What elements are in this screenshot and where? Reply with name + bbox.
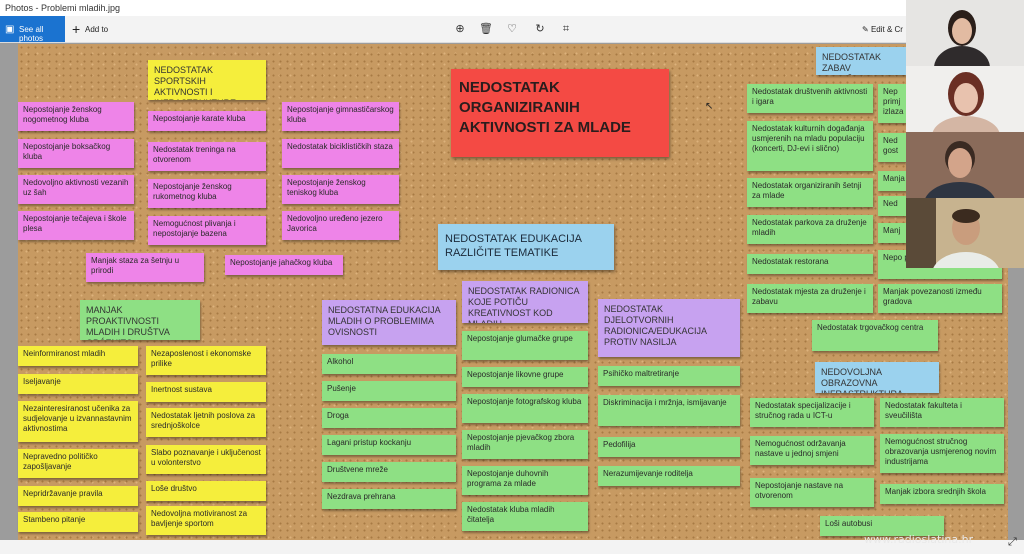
addiction-note: Društvene mreže: [322, 462, 456, 482]
proactive-note: Slabo poznavanje i uključenost u volonte…: [146, 445, 266, 474]
proactive-note: Nedovoljna motiviranost za bavljenje spo…: [146, 506, 266, 535]
sport-note: Nepostojanje boksačkog kluba: [18, 139, 134, 168]
violence-header-note: NEDOSTATAK DJELOTVORNIH RADIONICA/EDUKAC…: [598, 299, 740, 357]
sport-note: Nedostatak biciklističkih staza: [282, 139, 399, 168]
participant-1-video: [906, 0, 1024, 66]
proactive-note: Nezaposlenost i ekonomske prilike: [146, 346, 266, 375]
violence-note: Diskriminacija i mržnja, ismijavanje: [598, 395, 740, 426]
webcam-participant-4: [906, 198, 1024, 268]
entertainment-note: Nedostatak kulturnih događanja usmjereni…: [747, 121, 873, 171]
addiction-note: Pušenje: [322, 381, 456, 401]
edu-infra-note: Nemogućnost održavanja nastave u jednoj …: [750, 436, 874, 465]
edit-create-label: Edit & Cr: [870, 25, 903, 34]
webcam-participant-2: [906, 66, 1024, 132]
proactive-note: Nepravedno političko zapošljavanje: [18, 449, 138, 478]
sport-header-note: NEDOSTATAK SPORTSKIH AKTIVNOSTI I INFRAS…: [148, 60, 266, 100]
zoom-in-icon[interactable]: ⊕: [452, 21, 468, 37]
violence-note: Psihičko maltretiranje: [598, 366, 740, 386]
edu-infra-note: Nedostatak fakulteta i sveučilišta: [880, 398, 1004, 427]
proactive-note: Nezainteresiranost učenika za sudjelovan…: [18, 401, 138, 442]
edit-icon: ✎: [862, 25, 869, 34]
creative-header-note: NEDOSTATAK RADIONICA KOJE POTIČU KREATIV…: [462, 281, 588, 323]
violence-note: Pedofilija: [598, 437, 740, 457]
delete-icon[interactable]: 🗑: [478, 21, 494, 37]
heart-icon[interactable]: ♡: [504, 21, 520, 37]
edu-infra-note: Nepostojanje nastave na otvorenom: [750, 478, 874, 507]
edu-infra-note: Manjak izbora srednjih škola: [880, 484, 1004, 504]
watermark: www.radioslatina.hr: [864, 533, 974, 546]
see-all-photos-label: See all photos: [19, 25, 44, 43]
creative-note: Nepostojanje fotografskog kluba: [462, 394, 588, 423]
creative-note: Nedostatak kluba mladih čitatelja: [462, 502, 588, 531]
sport-note: Nepostojanje gimnastičarskog kluba: [282, 102, 399, 131]
sport-note: Nepostojanje ženskog teniskog kluba: [282, 175, 399, 204]
proactive-note: Neinformiranost mladih: [18, 346, 138, 366]
creative-note: Nepostojanje duhovnih programa za mlade: [462, 466, 588, 495]
entertainment-note: Nedostatak organiziranih šetnji za mlade: [747, 178, 873, 207]
sport-note: Nepostojanje ženskog nogometnog kluba: [18, 102, 134, 131]
sport-note: Nepostojanje karate kluba: [148, 111, 266, 131]
participant-2-video: [906, 66, 1024, 132]
mouse-cursor-icon: ↖: [705, 101, 714, 112]
proactive-note: Loše društvo: [146, 481, 266, 501]
plus-icon: +: [72, 21, 81, 37]
window-title: Photos - Problemi mladih.jpg: [5, 3, 121, 13]
entertainment-note: Nedostatak parkova za druženje mladih: [747, 215, 873, 244]
entertainment-header-note: NEDOSTATAK ZABAV SADRŽAJA: [816, 47, 906, 75]
participant-4-video: [906, 198, 1024, 268]
sport-note: Manjak staza za šetnju u prirodi: [86, 253, 204, 282]
sport-note: Nepostojanje tečajeva i škole plesa: [18, 211, 134, 240]
photos-toolbar: ▣ See all photos + Add to ⊕ 🗑 ♡ ↻ ⌗ ✎ Ed…: [0, 16, 1024, 43]
addiction-note: Droga: [322, 408, 456, 428]
entertainment-partial-note: Ned: [878, 196, 906, 216]
window-title-bar: Photos - Problemi mladih.jpg: [0, 0, 1024, 16]
addiction-header-note: NEDOSTATNA EDUKACIJA MLADIH O PROBLEMIMA…: [322, 300, 456, 345]
see-all-photos-button[interactable]: ▣ See all photos: [0, 16, 65, 43]
main-title-note: NEDOSTATAK ORGANIZIRANIH AKTIVNOSTI ZA M…: [451, 69, 669, 157]
rotate-icon[interactable]: ↻: [532, 21, 548, 37]
edu-infra-note: Nedostatak specijalizacije i stručnog ra…: [750, 398, 874, 427]
entertainment-note: Nedostatak mjesta za druženje i zabavu: [747, 284, 873, 313]
entertainment-partial-note: Nep primj izlaza: [878, 84, 906, 123]
addiction-note: Nezdrava prehrana: [322, 489, 456, 509]
add-to-label: Add to: [85, 25, 109, 34]
violence-note: Nerazumijevanje roditelja: [598, 466, 740, 486]
webcam-participant-3: [906, 132, 1024, 198]
sport-note: Nedovoljno aktivnosti vezanih uz šah: [18, 175, 134, 204]
entertainment-partial-note: Ned gost: [878, 133, 906, 162]
edu-infra-note: Nemogućnost stručnog obrazovanja usmjere…: [880, 434, 1004, 473]
proactive-note: Nedostatak ljetnih poslova za srednjoško…: [146, 408, 266, 437]
creative-note: Nepostojanje glumačke grupe: [462, 331, 588, 360]
proactive-note: Inertnost sustava: [146, 382, 266, 402]
crop-icon[interactable]: ⌗: [558, 21, 574, 37]
proactive-note: Nepridržavanje pravila: [18, 486, 138, 506]
addiction-note: Alkohol: [322, 354, 456, 374]
proactive-note: Stambeno pitanje: [18, 512, 138, 532]
photos-icon: ▣: [5, 24, 15, 35]
sport-note: Nedovoljno uređeno jezero Javorica: [282, 211, 399, 240]
proactive-header-note: MANJAK PROAKTIVNOSTI MLADIH I DRUŠTVA OP…: [80, 300, 200, 340]
participant-3-video: [906, 132, 1024, 198]
proactive-note: Iseljavanje: [18, 374, 138, 394]
creative-note: Nepostojanje pjevačkog zbora mladih: [462, 430, 588, 459]
education-title-note: NEDOSTATAK EDUKACIJA RAZLIČITE TEMATIKE: [438, 224, 614, 270]
edu-infra-header-note: NEDOVOLJNA OBRAZOVNA INFRASTRUKTURA: [815, 362, 939, 393]
addiction-note: Lagani pristup kockanju: [322, 435, 456, 455]
entertainment-note: Nedostatak trgovačkog centra: [812, 320, 938, 351]
sport-note: Nepostojanje jahačkog kluba: [225, 255, 343, 275]
sport-note: Nedostatak treninga na otvorenom: [148, 142, 266, 171]
entertainment-note: Nedostatak društvenih aktivnosti i igara: [747, 84, 873, 113]
sport-note: Nepostojanje ženskog rukometnog kluba: [148, 179, 266, 208]
creative-note: Nepostojanje likovne grupe: [462, 367, 588, 387]
entertainment-partial-note: Manj: [878, 223, 906, 243]
entertainment-note: Nedostatak restorana: [747, 254, 873, 274]
sport-note: Nemogućnost plivanja i nepostojanje baze…: [148, 216, 266, 245]
webcam-participant-1: [906, 0, 1024, 66]
entertainment-note: Manjak povezanosti između gradova: [878, 284, 1002, 313]
edit-create-button[interactable]: ✎ Edit & Cr: [862, 25, 903, 34]
expand-icon[interactable]: ⤢: [1008, 536, 1017, 549]
entertainment-partial-note: Manja: [878, 171, 906, 191]
